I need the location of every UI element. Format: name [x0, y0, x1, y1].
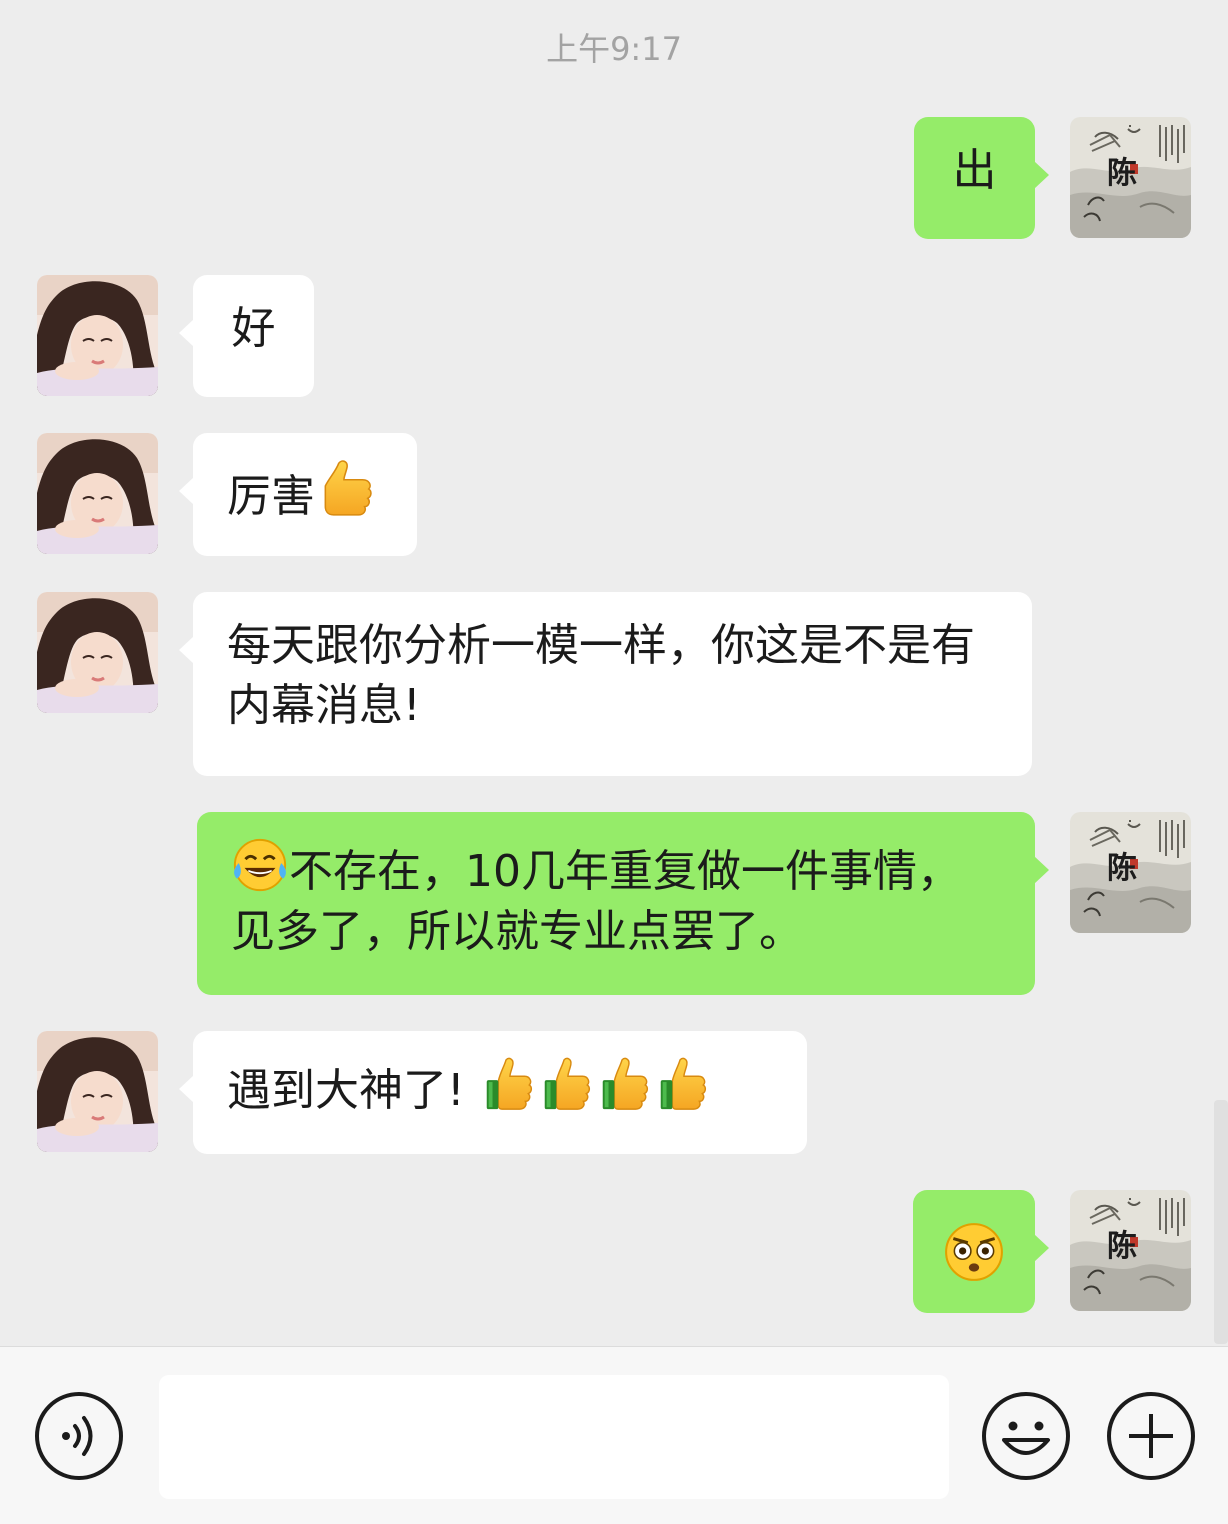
- chat-screen: 上午9:17 出 陈 好 厉害 每天跟你分析一模一样，你这是不是有内幕消息! 不…: [0, 0, 1228, 1524]
- tears-of-joy-emoji-icon: [233, 838, 287, 892]
- message-text: 出: [952, 145, 997, 196]
- ink-painting-avatar-image: 陈: [1070, 812, 1191, 933]
- message-list[interactable]: 上午9:17 出 陈 好 厉害 每天跟你分析一模一样，你这是不是有内幕消息! 不…: [0, 0, 1228, 1346]
- contact-avatar[interactable]: [37, 275, 158, 396]
- message-bubble-outgoing[interactable]: 不存在，10几年重复做一件事情，见多了，所以就专业点罢了。: [197, 812, 1049, 995]
- contact-avatar[interactable]: [37, 1031, 158, 1152]
- my-avatar[interactable]: 陈: [1070, 812, 1191, 933]
- girl-portrait-avatar-image: [37, 433, 158, 554]
- wide-eyed-face-emoji-icon: [945, 1223, 1003, 1281]
- avatar-character: 陈: [1107, 156, 1137, 191]
- message-bubble-incoming[interactable]: 好: [179, 275, 314, 397]
- girl-portrait-avatar-image: [37, 275, 158, 396]
- message-text: 每天跟你分析一模一样，你这是不是有内幕消息!: [227, 620, 975, 731]
- message-input[interactable]: [159, 1375, 949, 1499]
- message-bubble-incoming[interactable]: 厉害: [179, 433, 417, 556]
- avatar-character: 陈: [1107, 851, 1137, 886]
- my-avatar[interactable]: 陈: [1070, 1190, 1191, 1311]
- message-timestamp: 上午9:17: [546, 30, 682, 68]
- input-bar: [0, 1346, 1228, 1524]
- plus-icon[interactable]: [1105, 1390, 1197, 1482]
- message-text: 遇到大神了!: [227, 1065, 479, 1116]
- message-bubble-outgoing[interactable]: [913, 1190, 1049, 1313]
- contact-avatar[interactable]: [37, 433, 158, 554]
- thumbs-up-emoji-icon: [479, 1055, 537, 1113]
- message-text: 厉害: [227, 471, 315, 522]
- avatar-character: 陈: [1107, 1229, 1137, 1264]
- thumbs-up-emoji-icon: [653, 1055, 711, 1113]
- girl-portrait-avatar-image: [37, 592, 158, 713]
- scrollbar[interactable]: [1214, 1100, 1228, 1344]
- emoji-face-icon[interactable]: [980, 1390, 1072, 1482]
- thumbs-up-emoji-icon: [595, 1055, 653, 1113]
- message-bubble-incoming[interactable]: 遇到大神了!: [179, 1031, 807, 1154]
- message-bubble-outgoing[interactable]: 出: [914, 117, 1049, 239]
- contact-avatar[interactable]: [37, 592, 158, 713]
- message-bubble-incoming[interactable]: 每天跟你分析一模一样，你这是不是有内幕消息!: [179, 592, 1032, 776]
- message-text: 不存在，10几年重复做一件事情，见多了，所以就专业点罢了。: [231, 846, 961, 957]
- my-avatar[interactable]: 陈: [1070, 117, 1191, 238]
- thumbs-up-emoji-icon: [537, 1055, 595, 1113]
- girl-portrait-avatar-image: [37, 1031, 158, 1152]
- ink-painting-avatar-image: 陈: [1070, 117, 1191, 238]
- thumbs-up-emoji-icon: [315, 457, 377, 519]
- voice-icon[interactable]: [33, 1390, 125, 1482]
- message-text: 好: [231, 303, 276, 354]
- ink-painting-avatar-image: 陈: [1070, 1190, 1191, 1311]
